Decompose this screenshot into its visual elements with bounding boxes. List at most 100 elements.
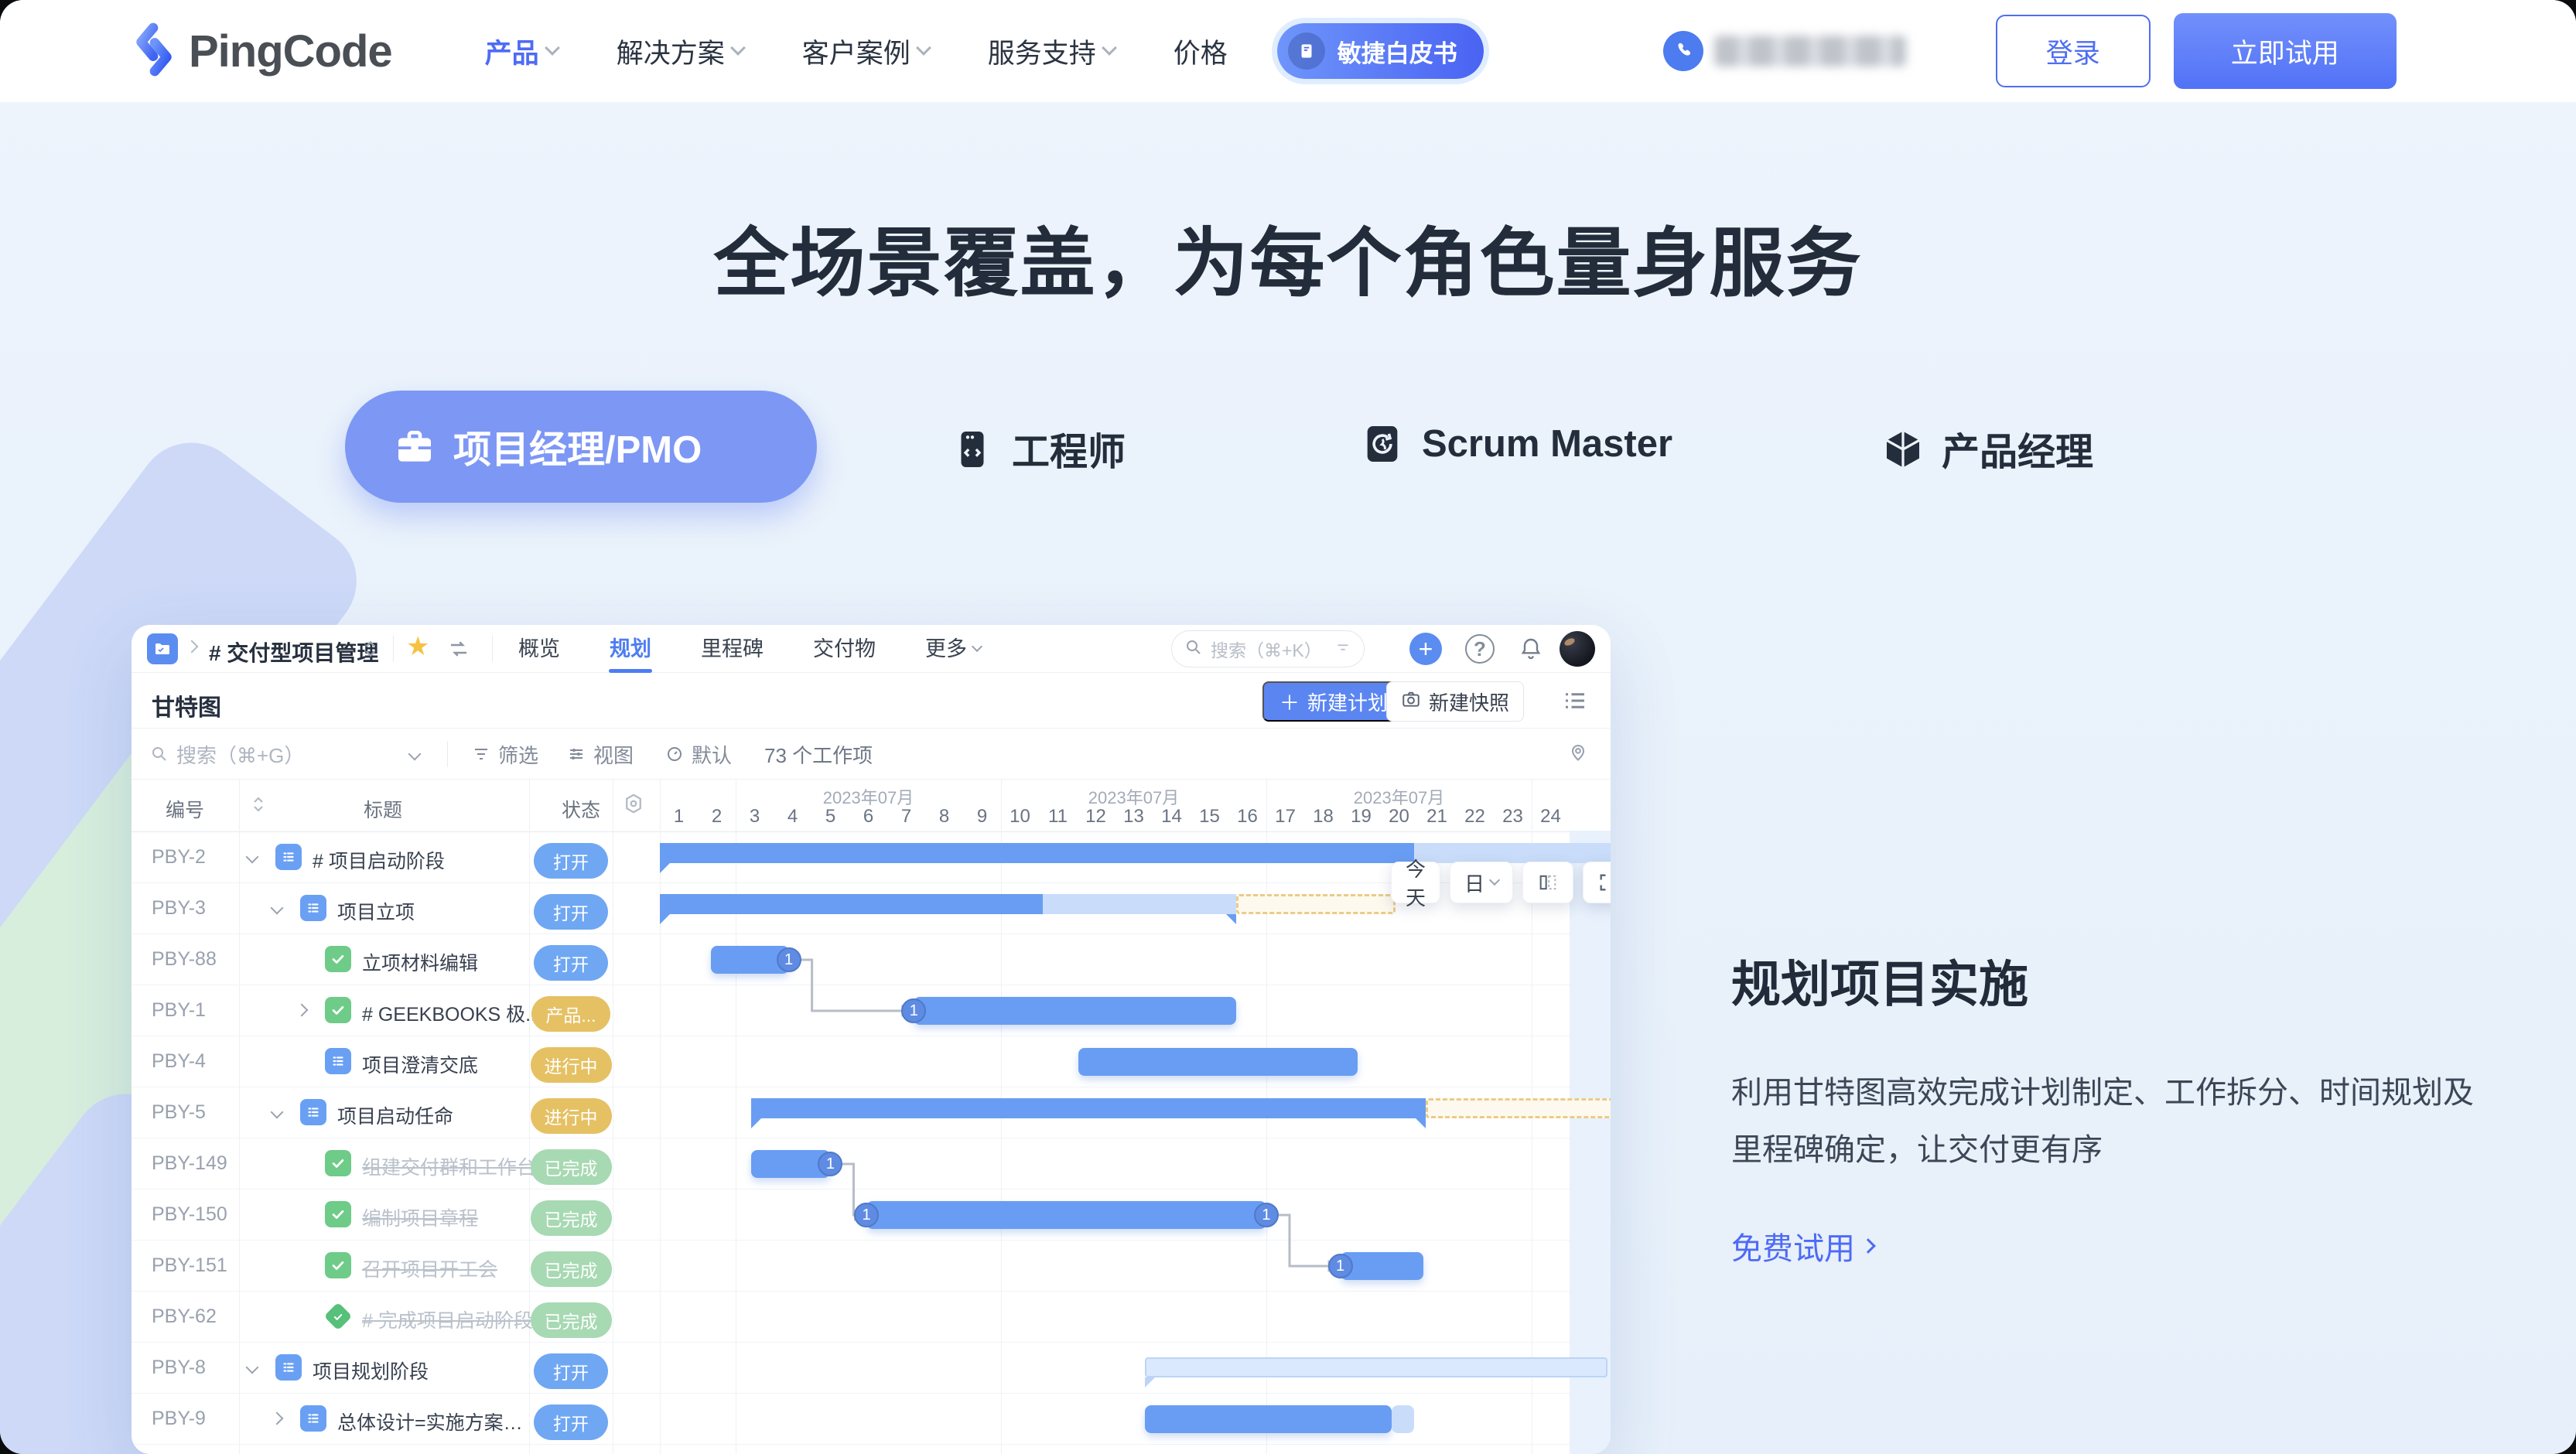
row-title[interactable]: 项目立项 [337,897,415,925]
day-label: 6 [849,806,887,828]
gantt-bar-task[interactable]: 11 [866,1201,1266,1229]
zoom-level-select[interactable]: 日 [1450,862,1513,903]
gantt-bar-task[interactable]: 1 [711,946,788,974]
global-search-input[interactable]: 搜索（⌘+K） [1171,630,1365,667]
chevron-down-icon[interactable] [271,902,284,915]
persona-tab-3[interactable]: 产品经理 [1881,422,2093,476]
free-trial-link[interactable]: 免费试用 [1731,1224,1874,1268]
notifications-bell-icon[interactable] [1515,633,1547,665]
nav-item-0[interactable]: 产品 [485,32,558,71]
row-title[interactable]: 立项材料编辑 [362,948,478,976]
column-header-id[interactable]: 编号 [166,795,204,823]
status-badge[interactable]: 已完成 [531,1251,612,1287]
favorite-star-icon[interactable]: ★ [406,631,429,662]
view-list-icon[interactable] [1561,687,1589,718]
app-tab-2[interactable]: 里程碑 [701,625,764,673]
fullscreen-button[interactable] [1583,862,1611,903]
help-icon[interactable]: ? [1465,634,1495,664]
nav-item-4[interactable]: 价格 [1174,32,1228,71]
status-badge[interactable]: 打开 [534,945,608,981]
column-settings-icon[interactable] [622,792,645,819]
row-id: PBY-151 [152,1254,227,1277]
app-tab-0[interactable]: 概览 [518,625,560,673]
day-label: 17 [1266,806,1304,828]
gantt-bar-task[interactable] [1145,1405,1414,1433]
status-badge[interactable]: 打开 [534,1405,608,1440]
status-badge[interactable]: 已完成 [531,1302,612,1338]
whitepaper-badge[interactable]: 敏捷白皮书 [1277,23,1484,79]
chevron-right-icon[interactable] [296,1004,309,1017]
row-title[interactable]: # GEEKBOOKS 极... [362,999,542,1027]
gantt-bar-summary[interactable] [660,894,1396,914]
swap-icon[interactable] [447,637,470,664]
status-badge[interactable]: 打开 [534,1353,608,1389]
status-badge[interactable]: 进行中 [531,1047,612,1083]
row-title[interactable]: 总体设计=实施方案（... [337,1408,531,1435]
chevron-right-icon[interactable] [271,1412,284,1425]
nav-item-2[interactable]: 客户案例 [802,32,929,71]
nav-item-label: 客户案例 [802,32,910,71]
sort-icon[interactable] [249,794,268,819]
view-settings-button[interactable]: 视图 [567,729,634,780]
gantt-bar-task[interactable]: 1 [751,1150,831,1178]
gantt-bar-task[interactable]: 1 [1341,1252,1424,1280]
column-header-title[interactable]: 标题 [364,795,402,823]
create-button[interactable]: + [1409,633,1442,665]
row-id: PBY-1 [152,999,206,1022]
row-title[interactable]: 项目澄清交底 [362,1050,478,1078]
row-title[interactable]: # 完成项目启动阶段... [362,1306,549,1333]
locate-pin-icon[interactable] [1567,741,1589,766]
split-view-button[interactable] [1522,862,1573,903]
status-badge[interactable]: 已完成 [531,1200,612,1236]
pingcode-logo[interactable]: PingCode [130,21,392,82]
app-tab-3[interactable]: 交付物 [813,625,876,673]
row-title[interactable]: 编制项目章程 [362,1203,478,1231]
row-status: 打开 [529,945,613,981]
gantt-bar-task[interactable]: 1 [914,997,1236,1025]
trial-button[interactable]: 立即试用 [2174,13,2397,89]
row-status: 进行中 [529,1047,613,1083]
chevron-down-icon[interactable] [271,1106,284,1119]
row-title[interactable]: 项目启动任命 [337,1101,453,1129]
gantt-bar-summary[interactable] [660,843,1611,863]
row-title[interactable]: 项目规划阶段 [313,1357,429,1384]
row-title[interactable]: 组建交付群和工作台 [362,1152,536,1180]
user-avatar[interactable] [1560,631,1595,667]
nav-item-1[interactable]: 解决方案 [617,32,743,71]
divider [447,741,448,767]
filter-button[interactable]: 筛选 [472,729,538,780]
app-tab-1[interactable]: 规划 [610,625,651,673]
breadcrumb-project[interactable]: # 交付型项目管理 [209,637,378,667]
persona-tab-0[interactable]: 项目经理/PMO [345,391,817,503]
project-switch-icon[interactable] [360,637,381,664]
gantt-bar-planned[interactable] [1145,1357,1607,1377]
default-view-button[interactable]: 默认 [665,729,732,780]
gantt-bar-task[interactable] [1078,1048,1357,1076]
gantt-search-input[interactable]: 搜索（⌘+G） [150,729,304,780]
search-expand-chevron-icon[interactable] [408,748,422,761]
row-status: 已完成 [529,1302,613,1338]
chevron-down-icon[interactable] [246,1361,259,1374]
app-tab-4[interactable]: 更多 [925,625,981,673]
gantt-toolbar: 甘特图 ＋ 新建计划 新建快照 [132,673,1611,729]
status-badge[interactable]: 打开 [534,894,608,930]
status-badge[interactable]: 产品... [531,996,610,1032]
chevron-down-icon[interactable] [246,851,259,864]
row-title[interactable]: # 项目启动阶段 [313,846,445,874]
login-button[interactable]: 登录 [1996,15,2151,87]
persona-tab-2[interactable]: Scrum Master [1360,422,1672,466]
status-badge[interactable]: 进行中 [531,1098,612,1134]
today-button[interactable]: 今天 [1391,862,1440,903]
story-type-icon [300,895,326,921]
persona-tab-1[interactable]: 工程师 [950,422,1126,476]
new-snapshot-button[interactable]: 新建快照 [1386,681,1524,722]
nav-item-3[interactable]: 服务支持 [988,32,1115,71]
bar-segment-light [1043,894,1236,914]
gantt-bar-summary[interactable] [751,1098,1611,1118]
column-header-status[interactable]: 状态 [562,795,600,823]
app-screenshot-card: # 交付型项目管理 ★ 概览 规划 里程碑 交付物 更多 搜索（⌘+K） + ? [132,625,1611,1454]
status-badge[interactable]: 已完成 [531,1149,612,1185]
row-title[interactable]: 召开项目开工会 [362,1254,497,1282]
status-badge[interactable]: 打开 [534,843,608,879]
project-folder-icon[interactable] [147,633,178,664]
